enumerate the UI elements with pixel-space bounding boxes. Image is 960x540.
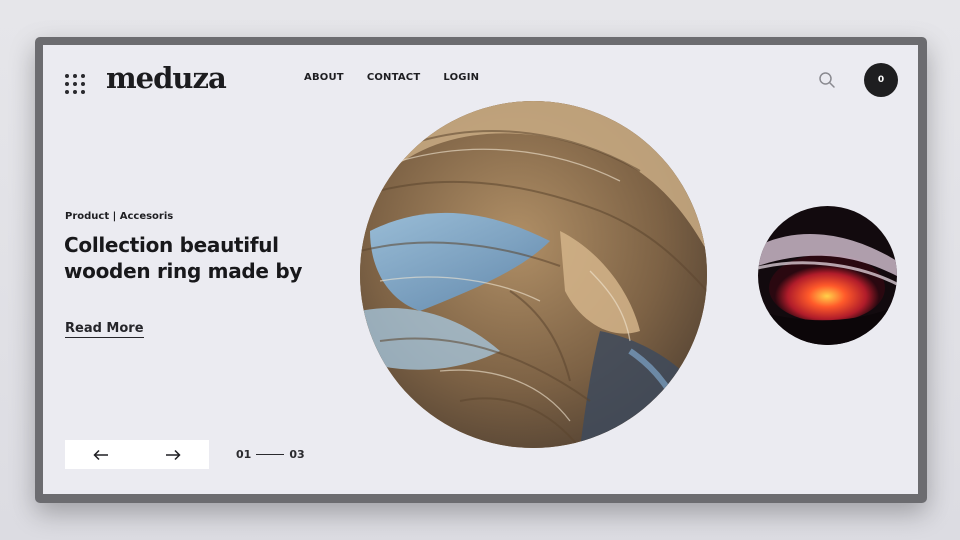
grid-menu-icon[interactable]: [65, 74, 85, 94]
pager-total: 03: [289, 448, 305, 461]
slider-controls: [65, 440, 209, 469]
pager-current: 01: [236, 448, 252, 461]
main-nav: ABOUT CONTACT LOGIN: [304, 72, 479, 83]
pager-divider: [256, 453, 285, 456]
product-category: Product | Accesoris: [65, 211, 174, 222]
cart-count: 0: [877, 75, 885, 85]
slide-pager: 01 03: [236, 448, 305, 461]
brand-logo[interactable]: meduza: [106, 61, 227, 95]
arrow-right-icon: [166, 449, 181, 460]
screen: meduza ABOUT CONTACT LOGIN 0 Product | A…: [43, 45, 918, 494]
next-button[interactable]: [153, 440, 193, 469]
hero-wood-image: [360, 101, 707, 448]
next-slide-thumbnail[interactable]: [758, 206, 897, 345]
hero-headline: Collection beautiful wooden ring made by: [64, 232, 334, 284]
headline-line-1: Collection beautiful: [64, 233, 279, 257]
headline-line-2: wooden ring made by: [64, 259, 303, 283]
read-more-link[interactable]: Read More: [65, 321, 144, 338]
nav-contact[interactable]: CONTACT: [367, 72, 421, 83]
search-icon[interactable]: [818, 71, 836, 89]
nav-about[interactable]: ABOUT: [304, 72, 344, 83]
arrow-left-icon: [93, 449, 108, 460]
prev-button[interactable]: [81, 440, 121, 469]
nav-login[interactable]: LOGIN: [443, 72, 479, 83]
cart-button[interactable]: 0: [864, 63, 898, 97]
